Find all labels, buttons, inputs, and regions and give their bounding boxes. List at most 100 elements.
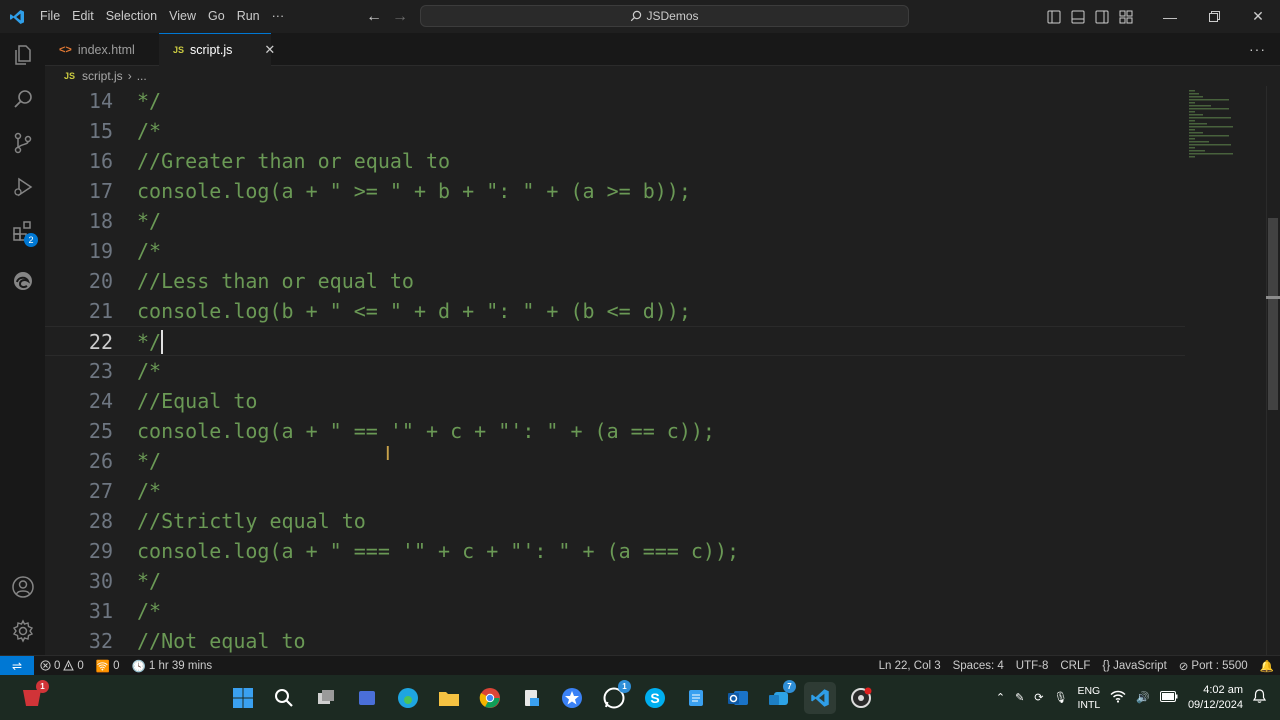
scrollbar-thumb[interactable] (1268, 218, 1278, 410)
show-hidden-icons-chevron-up-icon[interactable]: ⌃ (996, 691, 1005, 704)
search-icon[interactable] (0, 77, 45, 121)
code-line[interactable]: 19 /* (45, 236, 1185, 266)
toggle-panel-icon[interactable] (1066, 0, 1090, 33)
wifi-icon[interactable] (1110, 690, 1126, 706)
teams-icon[interactable]: 7 (763, 680, 796, 714)
line-ending[interactable]: CRLF (1054, 660, 1096, 672)
taskbar-search-icon[interactable] (268, 682, 300, 714)
code-line[interactable]: 28 //Strictly equal to (45, 506, 1185, 536)
code-line[interactable]: 22 */ (45, 326, 1185, 356)
vscode-taskbar-icon[interactable] (804, 682, 836, 714)
taskbar-app-red-icon[interactable]: 1 (16, 680, 49, 714)
indentation[interactable]: Spaces: 4 (947, 660, 1010, 672)
outlook-icon[interactable] (722, 682, 754, 714)
file-explorer-icon[interactable] (433, 682, 465, 714)
menu-view[interactable]: View (163, 0, 202, 33)
menu-more[interactable]: ··· (266, 0, 291, 33)
error-count: 0 (54, 659, 61, 672)
keyboard-layout: INTL (1077, 698, 1101, 711)
code-line[interactable]: 32 //Not equal to (45, 626, 1185, 655)
toggle-primary-sidebar-icon[interactable] (1042, 0, 1066, 33)
restore-icon[interactable] (1192, 0, 1236, 33)
sync-icon[interactable]: ⟳ (1034, 691, 1043, 704)
windows-start-icon[interactable] (227, 682, 259, 714)
more-actions-icon[interactable]: ··· (1249, 41, 1266, 57)
battery-icon[interactable] (1159, 690, 1178, 705)
tray-app-icon[interactable]: ✎ (1015, 691, 1024, 704)
menu-go[interactable]: Go (202, 0, 231, 33)
chrome-icon[interactable] (474, 682, 506, 714)
title-controls: — ✕ (1042, 0, 1280, 33)
code-line[interactable]: 30 */ (45, 566, 1185, 596)
breadcrumb-file[interactable]: script.js (82, 69, 123, 83)
ports-indicator[interactable]: 🛜 0 (90, 659, 126, 673)
close-window-icon[interactable]: ✕ (1236, 0, 1280, 33)
cursor-position[interactable]: Ln 22, Col 3 (873, 660, 947, 672)
minimize-icon[interactable]: — (1148, 0, 1192, 33)
menu-run[interactable]: Run (231, 0, 266, 33)
notifications-bell-icon[interactable]: 🔔 (1254, 659, 1280, 673)
time-tracker[interactable]: 🕓 1 hr 39 mins (126, 659, 219, 673)
encoding[interactable]: UTF-8 (1010, 660, 1055, 672)
taskbar-app-star-icon[interactable] (556, 682, 588, 714)
taskbar-app-document-icon[interactable] (515, 682, 547, 714)
extensions-icon[interactable]: 2 (0, 209, 45, 253)
edge-devtools-icon[interactable] (0, 259, 45, 303)
toggle-secondary-sidebar-icon[interactable] (1090, 0, 1114, 33)
code-line[interactable]: 14 */ (45, 86, 1185, 116)
code-line[interactable]: 31 /* (45, 596, 1185, 626)
obs-recorder-icon[interactable] (845, 682, 877, 714)
system-clock[interactable]: 4:02 am 09/12/2024 (1188, 683, 1243, 713)
language-mode[interactable]: {} JavaScript (1096, 660, 1172, 672)
whatsapp-icon[interactable]: 1 (598, 680, 631, 714)
problems-indicator[interactable]: 0 0 (34, 660, 90, 672)
taskbar-app-notepad-icon[interactable] (680, 682, 712, 714)
code-line[interactable]: 17 console.log(a + " >= " + b + ": " + (a… (45, 176, 1185, 206)
input-language[interactable]: ENG INTL (1077, 684, 1100, 712)
code-line[interactable]: 27 /* (45, 476, 1185, 506)
account-icon[interactable] (0, 565, 45, 609)
code-line[interactable]: 15 /* (45, 116, 1185, 146)
menu-file[interactable]: File (34, 0, 66, 33)
menu-edit[interactable]: Edit (66, 0, 100, 33)
back-arrow-icon[interactable]: ← (366, 8, 382, 26)
microphone-icon[interactable]: 🎙 (1054, 691, 1068, 704)
breadcrumb-symbols[interactable]: ... (137, 69, 147, 83)
minimap[interactable] (1188, 88, 1248, 168)
code-line[interactable]: 18 */ (45, 206, 1185, 236)
tab-script-js[interactable]: JS script.js ✕ (159, 33, 275, 66)
volume-icon[interactable]: 🔊 (1136, 691, 1150, 704)
code-line[interactable]: 16 //Greater than or equal to (45, 146, 1185, 176)
code-line[interactable]: 29 console.log(a + " === '" + c + "': " +… (45, 536, 1185, 566)
tab-index-html[interactable]: <> index.html (45, 33, 159, 66)
command-center-search[interactable]: JSDemos (420, 5, 909, 27)
code-line[interactable]: 23 /* (45, 356, 1185, 386)
settings-gear-icon[interactable] (0, 609, 45, 653)
line-text: /* (137, 239, 162, 263)
remote-indicator-icon[interactable]: ⇌ (0, 655, 34, 676)
explorer-icon[interactable] (0, 33, 45, 77)
taskbar-app-notes-icon[interactable] (351, 682, 383, 714)
code-editor[interactable]: 14 */ 15 /* 16 //Greater than or equal to 17 co… (45, 86, 1280, 655)
live-server-port[interactable]: ⊘ Port : 5500 (1173, 659, 1254, 673)
code-line[interactable]: 26 */ (45, 446, 1185, 476)
warning-icon (63, 660, 75, 671)
customize-layout-icon[interactable] (1114, 0, 1138, 33)
source-control-icon[interactable] (0, 121, 45, 165)
code-line[interactable]: 21 console.log(b + " <= " + d + ": " + (b… (45, 296, 1185, 326)
notification-badge: 7 (783, 680, 796, 693)
close-icon[interactable]: ✕ (264, 42, 275, 58)
text-caret (161, 330, 164, 354)
code-line[interactable]: 20 //Less than or equal to (45, 266, 1185, 296)
code-line[interactable]: 25 console.log(a + " == '" + c + "': " + … (45, 416, 1185, 446)
menu-selection[interactable]: Selection (100, 0, 163, 33)
edge-browser-icon[interactable] (392, 682, 424, 714)
line-text: */ (137, 449, 162, 473)
forward-arrow-icon[interactable]: → (392, 8, 408, 26)
task-view-icon[interactable] (310, 682, 342, 714)
skype-icon[interactable]: S (639, 682, 671, 714)
notification-bell-icon[interactable] (1252, 689, 1267, 706)
run-debug-icon[interactable] (0, 165, 45, 209)
vertical-scrollbar[interactable] (1266, 86, 1280, 655)
code-line[interactable]: 24 //Equal to (45, 386, 1185, 416)
